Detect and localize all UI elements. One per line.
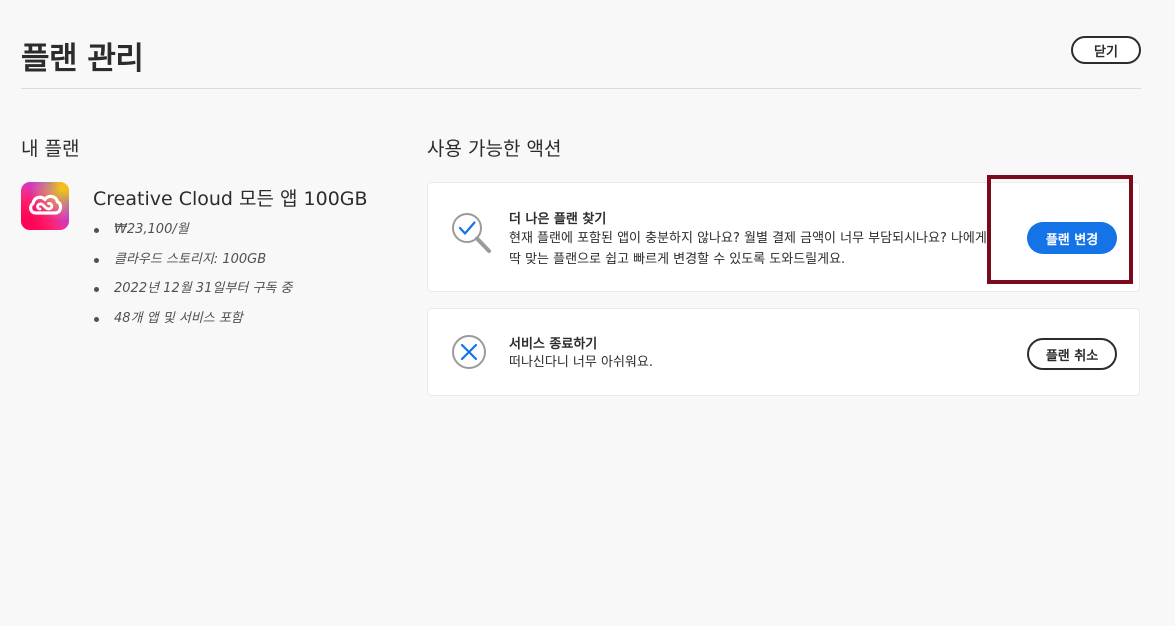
plan-subscribed-since: 2022년 12월 31일부터 구독 중 xyxy=(93,279,292,309)
plan-details-list: ₩23,100/월 클라우드 스토리지: 100GB 2022년 12월 31일… xyxy=(93,220,292,338)
my-plan-heading: 내 플랜 xyxy=(21,138,80,160)
end-service-card: 서비스 종료하기 떠나신다니 너무 아쉬워요. 플랜 취소 xyxy=(427,308,1140,396)
change-plan-button[interactable]: 플랜 변경 xyxy=(1027,222,1117,254)
available-actions-heading: 사용 가능한 액션 xyxy=(427,138,562,160)
manage-plan-page: 플랜 관리 닫기 내 플랜 Creative Cloud 모든 앱 100GB … xyxy=(0,0,1175,626)
close-button[interactable]: 닫기 xyxy=(1071,36,1141,64)
end-service-description: 떠나신다니 너무 아쉬워요. xyxy=(509,355,653,370)
find-better-plan-card: 더 나은 플랜 찾기 현재 플랜에 포함된 앱이 충분하지 않나요? 월별 결제… xyxy=(427,182,1140,292)
circle-x-icon xyxy=(451,334,487,374)
cancel-plan-button[interactable]: 플랜 취소 xyxy=(1027,338,1117,370)
find-better-plan-description: 현재 플랜에 포함된 앱이 충분하지 않나요? 월별 결제 금액이 너무 부담되… xyxy=(509,231,987,267)
plan-name: Creative Cloud 모든 앱 100GB xyxy=(93,188,368,210)
creative-cloud-logo-icon xyxy=(21,182,69,230)
plan-price: ₩23,100/월 xyxy=(93,220,292,250)
find-better-plan-title: 더 나은 플랜 찾기 xyxy=(509,212,607,227)
plan-included-apps: 48개 앱 및 서비스 포함 xyxy=(93,309,292,339)
page-header: 플랜 관리 닫기 xyxy=(21,30,1141,89)
magnifier-check-icon xyxy=(450,211,494,261)
plan-storage: 클라우드 스토리지: 100GB xyxy=(93,250,292,280)
page-title: 플랜 관리 xyxy=(21,41,144,77)
end-service-title: 서비스 종료하기 xyxy=(509,337,598,352)
